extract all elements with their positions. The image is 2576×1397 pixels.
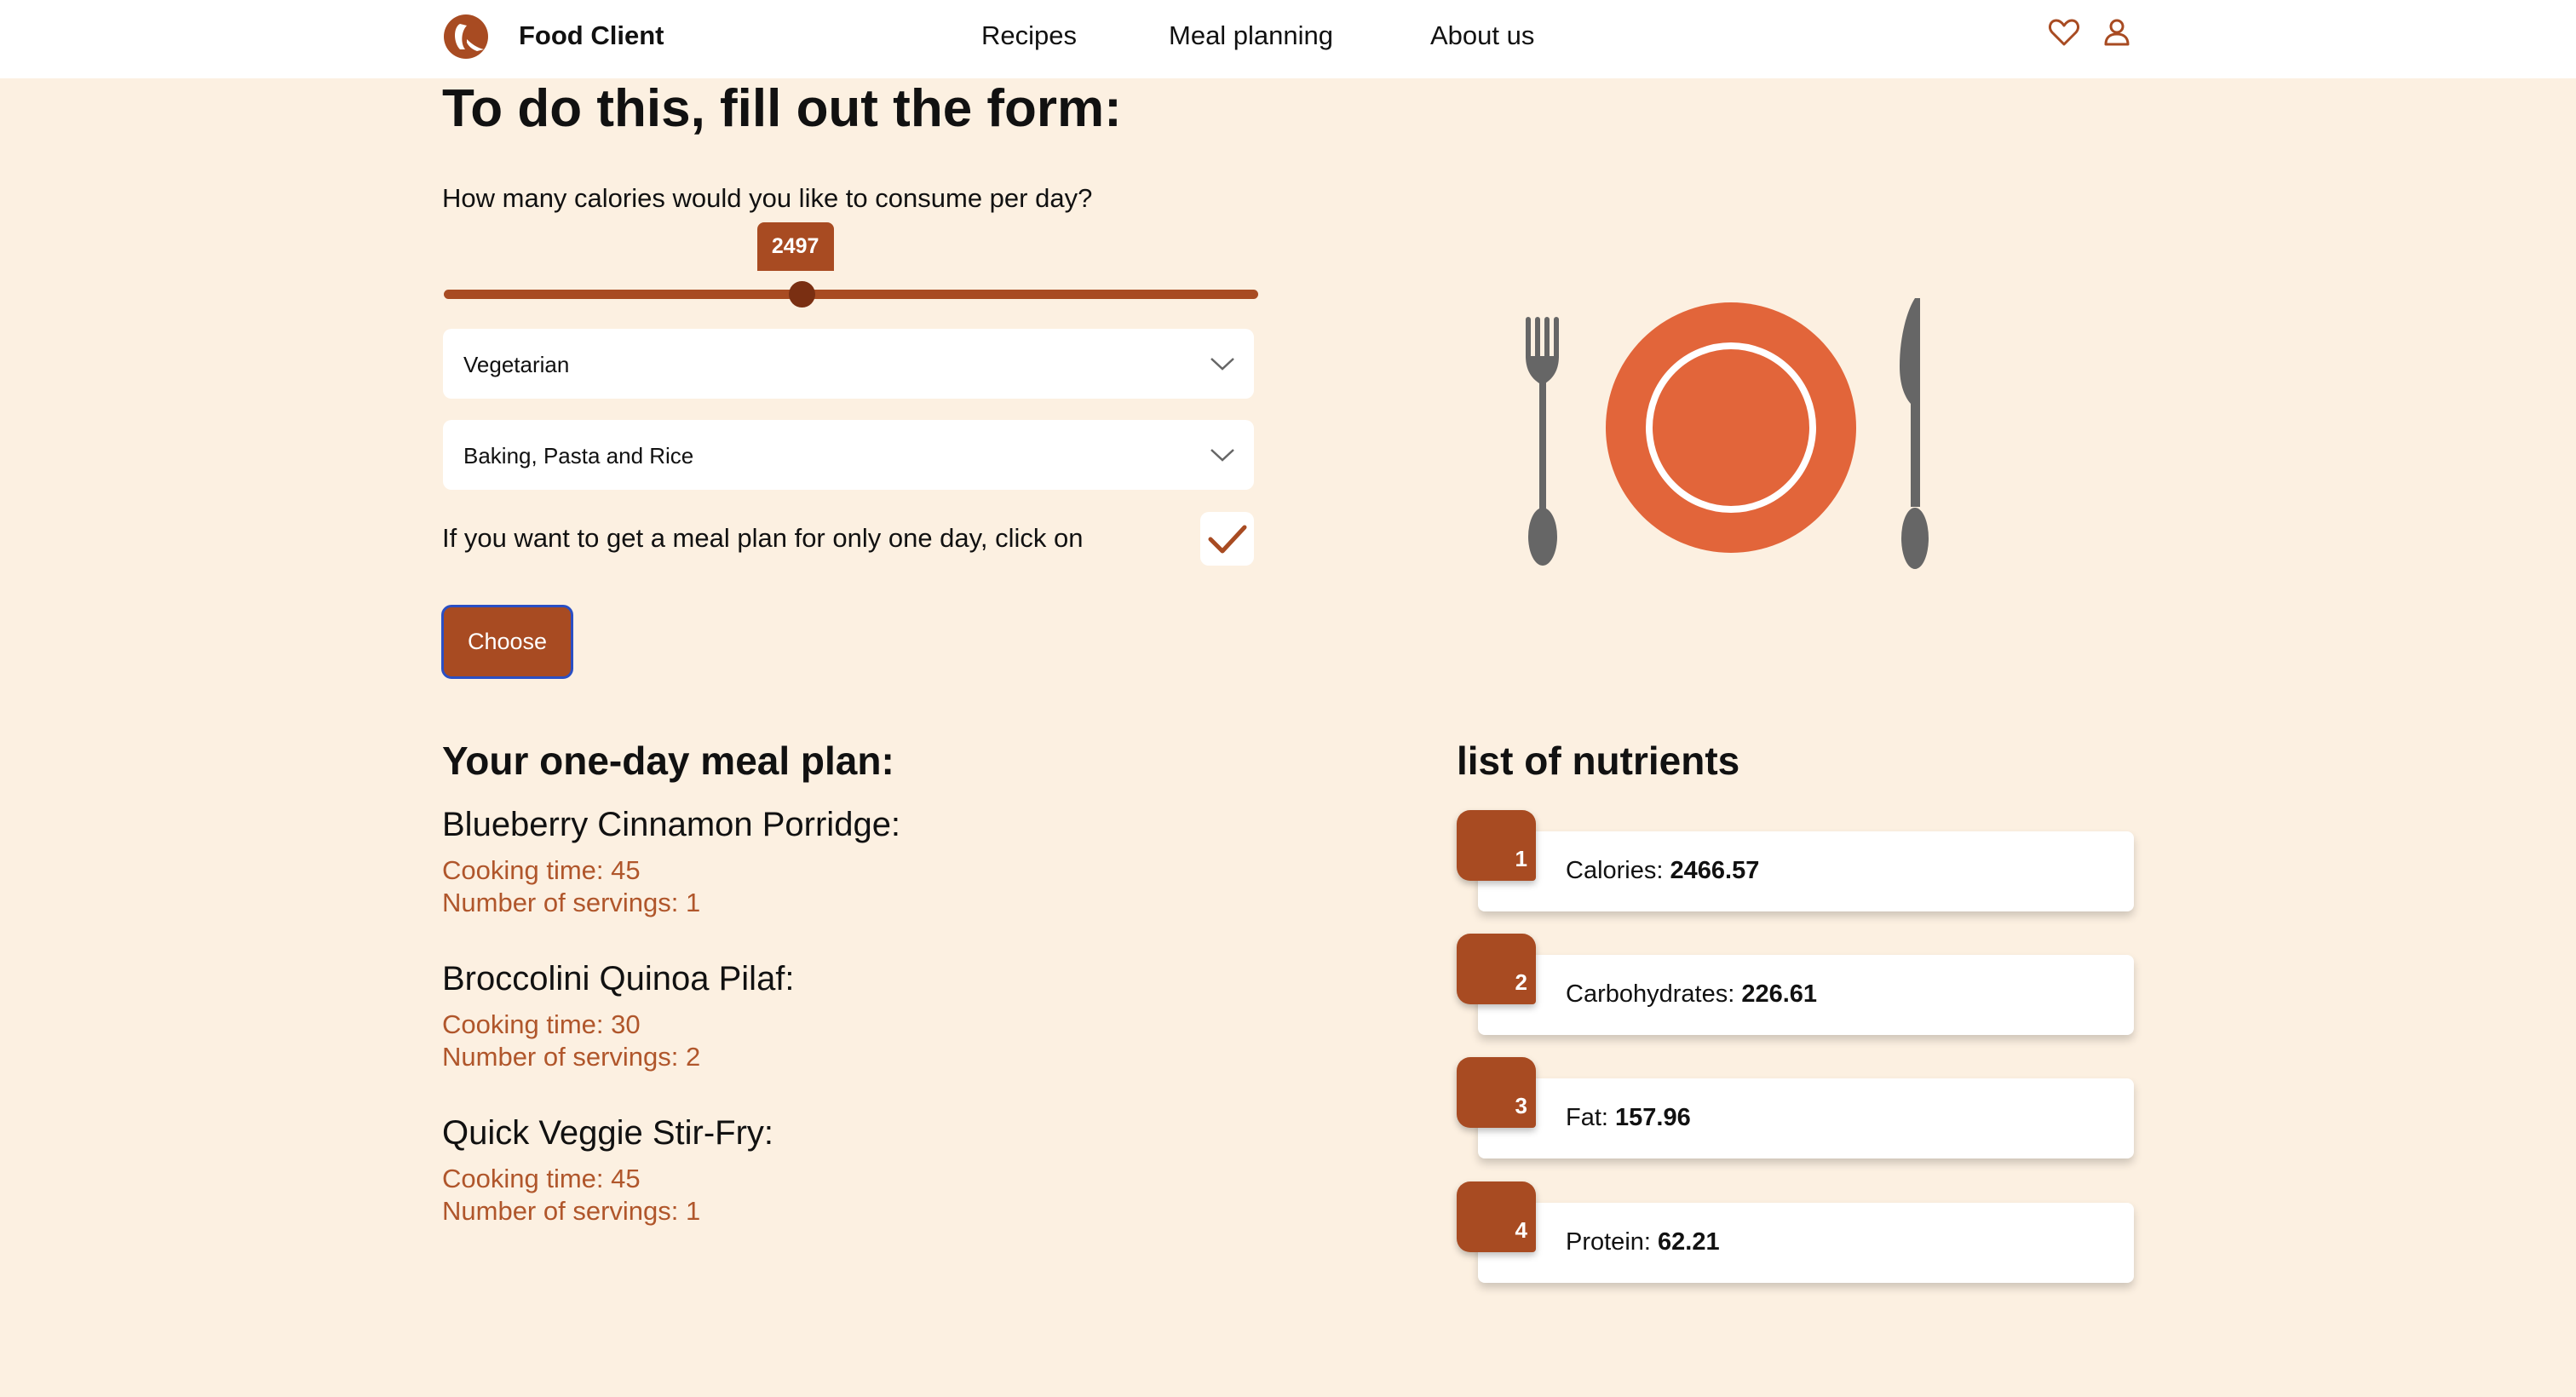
one-day-checkbox[interactable] — [1200, 512, 1254, 566]
nutrient-badge: 1 — [1457, 810, 1536, 881]
chevron-down-icon — [1210, 449, 1234, 462]
diet-select[interactable]: Vegetarian — [443, 329, 1254, 399]
food-client-logo-icon[interactable] — [443, 14, 489, 60]
nutrient-card-fat: Fat: 157.96 — [1478, 1078, 2134, 1158]
nutrient-text: Fat: 157.96 — [1566, 1104, 1691, 1131]
meal-servings: Number of servings: 1 — [442, 1196, 701, 1226]
nutrient-text: Carbohydrates: 226.61 — [1566, 980, 1818, 1008]
category-select[interactable]: Baking, Pasta and Rice — [443, 420, 1254, 490]
nutrient-card-protein: Protein: 62.21 — [1478, 1203, 2134, 1283]
nav-recipes[interactable]: Recipes — [981, 20, 1077, 51]
nutrient-badge: 4 — [1457, 1181, 1536, 1252]
nutrient-number: 1 — [1515, 846, 1527, 871]
nutrient-number: 3 — [1515, 1093, 1527, 1118]
form-title: To do this, fill out the form: — [442, 79, 1122, 138]
meal-plan-title: Your one-day meal plan: — [442, 739, 894, 783]
diet-select-value: Vegetarian — [463, 352, 570, 377]
nutrient-card-carbohydrates: Carbohydrates: 226.61 — [1478, 955, 2134, 1035]
user-icon[interactable] — [2100, 15, 2134, 49]
meal-cooking-time: Cooking time: 30 — [442, 1009, 641, 1039]
nav-meal-planning[interactable]: Meal planning — [1169, 20, 1333, 51]
nutrient-text: Calories: 2466.57 — [1566, 857, 1760, 884]
meal-title[interactable]: Quick Veggie Stir-Fry: — [442, 1114, 773, 1153]
meal-servings: Number of servings: 1 — [442, 888, 701, 917]
nutrient-text: Protein: 62.21 — [1566, 1228, 1720, 1256]
choose-button[interactable]: Choose — [441, 605, 573, 679]
category-select-value: Baking, Pasta and Rice — [463, 443, 694, 469]
one-day-label: If you want to get a meal plan for only … — [442, 523, 1084, 553]
plate-and-cutlery-illustration — [1526, 298, 1929, 569]
fork-icon — [1526, 317, 1559, 566]
calorie-slider-thumb[interactable] — [789, 281, 816, 308]
top-navbar: Food Client Recipes Meal planning About … — [0, 0, 2576, 78]
nutrient-number: 4 — [1515, 1217, 1527, 1243]
nutrient-card-calories: Calories: 2466.57 — [1478, 831, 2134, 911]
meal-title[interactable]: Broccolini Quinoa Pilaf: — [442, 960, 795, 998]
meal-title[interactable]: Blueberry Cinnamon Porridge: — [442, 806, 900, 844]
nutrient-badge: 3 — [1457, 1057, 1536, 1128]
meal-cooking-time: Cooking time: 45 — [442, 1164, 641, 1193]
heart-icon[interactable] — [2047, 15, 2081, 49]
nav-about-us[interactable]: About us — [1430, 20, 1534, 51]
meal-cooking-time: Cooking time: 45 — [442, 855, 641, 885]
slider-value-tooltip: 2497 — [756, 222, 834, 271]
calorie-question: How many calories would you like to cons… — [442, 183, 1093, 213]
brand-name[interactable]: Food Client — [519, 20, 664, 51]
nutrient-badge: 2 — [1457, 934, 1536, 1004]
chevron-down-icon — [1210, 358, 1234, 371]
knife-icon — [1900, 298, 1929, 569]
plate-icon — [1606, 302, 1856, 553]
checkmark-icon — [1208, 525, 1247, 554]
meal-servings: Number of servings: 2 — [442, 1042, 701, 1072]
nutrient-number: 2 — [1515, 969, 1527, 995]
calorie-slider-track[interactable] — [444, 290, 1258, 299]
nutrients-title: list of nutrients — [1457, 739, 1740, 783]
